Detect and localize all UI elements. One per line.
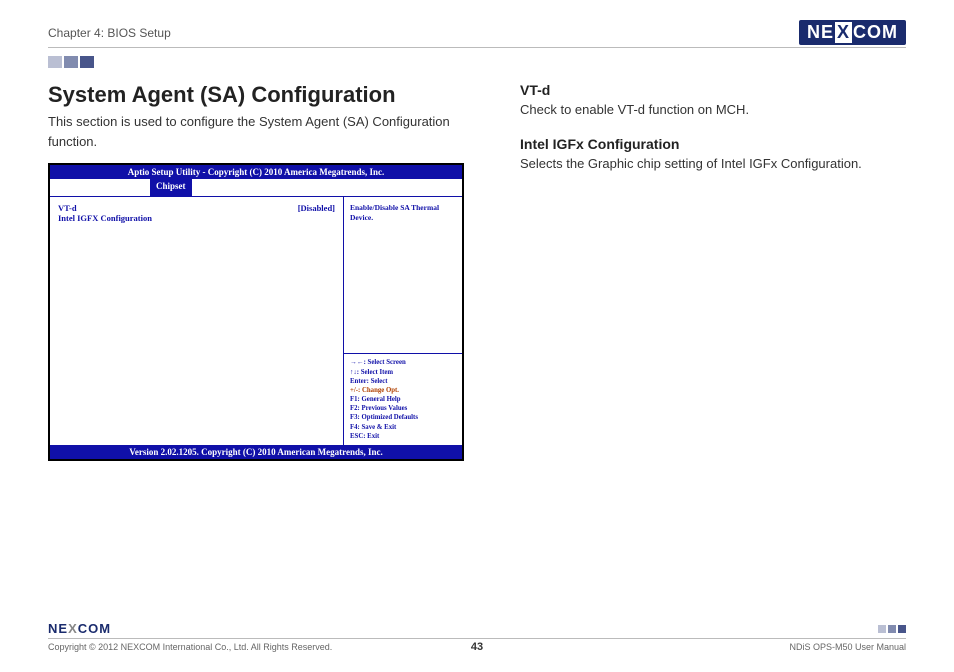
bios-options-pane: VT-d [Disabled] Intel IGFX Configuration: [50, 197, 344, 445]
decorative-stripes: [48, 56, 906, 68]
page-number: 43: [471, 641, 483, 653]
footer-manual-name: NDiS OPS-M50 User Manual: [789, 642, 906, 652]
section-title: System Agent (SA) Configuration: [48, 82, 478, 108]
bios-key-line: Enter: Select: [350, 377, 456, 386]
bios-key-line: F2: Previous Values: [350, 404, 456, 413]
page-header: Chapter 4: BIOS Setup NEXCOM: [48, 20, 906, 48]
bios-key-line: ESC: Exit: [350, 432, 456, 441]
bios-help-pane: Enable/Disable SA Thermal Device.: [344, 197, 462, 353]
subsection-body-vtd: Check to enable VT-d function on MCH.: [520, 100, 906, 120]
section-description: This section is used to configure the Sy…: [48, 112, 478, 151]
footer-logo-b: COM: [78, 621, 111, 636]
bios-title-bar: Aptio Setup Utility - Copyright (C) 2010…: [50, 165, 462, 179]
footer-logo-a: NE: [48, 621, 68, 636]
bios-tab-chipset: Chipset: [150, 179, 192, 196]
subsection-body-igfx: Selects the Graphic chip setting of Inte…: [520, 154, 906, 174]
bios-key-line: +/-: Change Opt.: [350, 386, 456, 395]
logo-part-x: X: [835, 22, 852, 43]
footer-logo-x: X: [68, 621, 78, 636]
page-footer: NEXCOM Copyright © 2012 NEXCOM Internati…: [48, 621, 906, 652]
bios-key-line: F1: General Help: [350, 395, 456, 404]
bios-screenshot: Aptio Setup Utility - Copyright (C) 2010…: [48, 163, 464, 461]
bios-tab-row: Chipset: [50, 179, 462, 197]
subsection-heading-vtd: VT-d: [520, 82, 906, 98]
bios-option-label: VT-d: [58, 203, 77, 213]
subsection-heading-igfx: Intel IGFx Configuration: [520, 136, 906, 152]
bios-option-row: Intel IGFX Configuration: [58, 213, 335, 223]
bios-key-line: F3: Optimized Defaults: [350, 413, 456, 422]
chapter-label: Chapter 4: BIOS Setup: [48, 26, 171, 40]
brand-logo: NEXCOM: [799, 20, 906, 45]
bios-version-bar: Version 2.02.1205. Copyright (C) 2010 Am…: [50, 445, 462, 459]
bios-option-label: Intel IGFX Configuration: [58, 213, 152, 223]
bios-key-line: F4: Save & Exit: [350, 423, 456, 432]
bios-key-line: ↑↓: Select Item: [350, 368, 456, 377]
footer-decorative-dots: [878, 625, 906, 633]
logo-part-a: NE: [807, 22, 834, 43]
footer-copyright: Copyright © 2012 NEXCOM International Co…: [48, 642, 332, 652]
logo-part-b: COM: [853, 22, 898, 43]
bios-key-line: →←: Select Screen: [350, 358, 456, 367]
bios-option-row: VT-d [Disabled]: [58, 203, 335, 213]
bios-key-legend: →←: Select Screen ↑↓: Select Item Enter:…: [344, 353, 462, 445]
footer-logo: NEXCOM: [48, 621, 111, 636]
bios-option-value: [Disabled]: [298, 203, 335, 213]
